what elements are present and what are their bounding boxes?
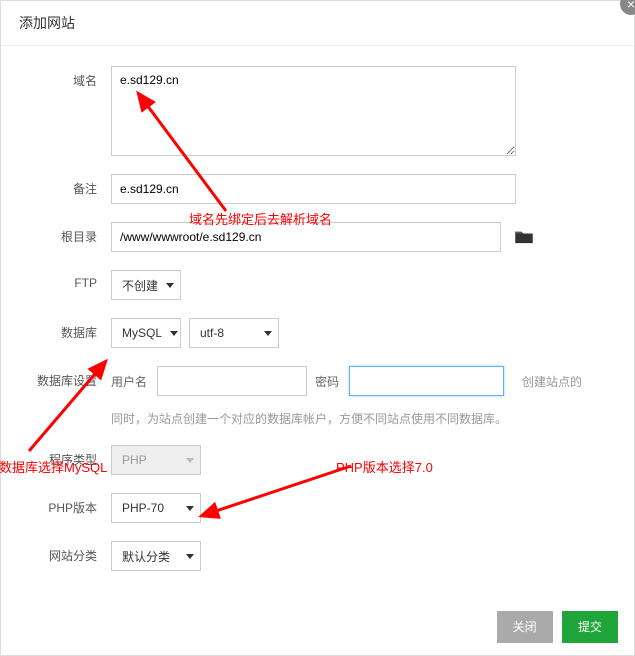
program-label: 程序类型: [31, 445, 111, 468]
close-button[interactable]: 关闭: [497, 611, 553, 643]
db-user-label: 用户名: [111, 373, 147, 390]
db-side-hint: 创建站点的: [522, 373, 582, 390]
domain-input[interactable]: [111, 66, 516, 156]
category-select[interactable]: 默认分类: [111, 541, 201, 571]
db-pass-label: 密码: [315, 373, 339, 390]
db-charset-select[interactable]: utf-8: [189, 318, 279, 348]
submit-button[interactable]: 提交: [562, 611, 618, 643]
form-body: 域名 备注 根目录 FTP 不创建: [1, 46, 634, 599]
chevron-down-icon: [186, 554, 194, 559]
php-selected: PHP-70: [122, 501, 164, 515]
dialog-title: 添加网站: [1, 1, 634, 46]
domain-label: 域名: [31, 66, 111, 89]
chevron-down-icon: [186, 458, 194, 463]
php-label: PHP版本: [31, 493, 111, 516]
db-user-input[interactable]: [157, 366, 307, 396]
db-engine-select[interactable]: MySQL: [111, 318, 181, 348]
chevron-down-icon: [170, 331, 178, 336]
chevron-down-icon: [264, 331, 272, 336]
remark-label: 备注: [31, 174, 111, 197]
root-label: 根目录: [31, 222, 111, 245]
program-select: PHP: [111, 445, 201, 475]
db-charset-selected: utf-8: [200, 326, 224, 340]
php-select[interactable]: PHP-70: [111, 493, 201, 523]
db-pass-input[interactable]: [349, 366, 504, 396]
ftp-select[interactable]: 不创建: [111, 270, 181, 300]
chevron-down-icon: [186, 506, 194, 511]
add-site-dialog: × 添加网站 域名 备注 根目录 FTP: [0, 0, 635, 656]
program-selected: PHP: [122, 453, 147, 467]
remark-input[interactable]: [111, 174, 516, 204]
category-selected: 默认分类: [122, 548, 170, 565]
category-label: 网站分类: [31, 541, 111, 564]
ftp-label: FTP: [31, 270, 111, 290]
db-engine-selected: MySQL: [122, 326, 162, 340]
chevron-down-icon: [166, 283, 174, 288]
db-settings-label: 数据库设置: [31, 366, 111, 389]
folder-icon[interactable]: [515, 230, 533, 244]
db-label: 数据库: [31, 318, 111, 341]
db-hint: 同时，为站点创建一个对应的数据库帐户，方便不同站点使用不同数据库。: [111, 410, 604, 427]
dialog-footer: 关闭 提交: [1, 599, 634, 655]
root-input[interactable]: [111, 222, 501, 252]
ftp-selected: 不创建: [122, 277, 158, 294]
